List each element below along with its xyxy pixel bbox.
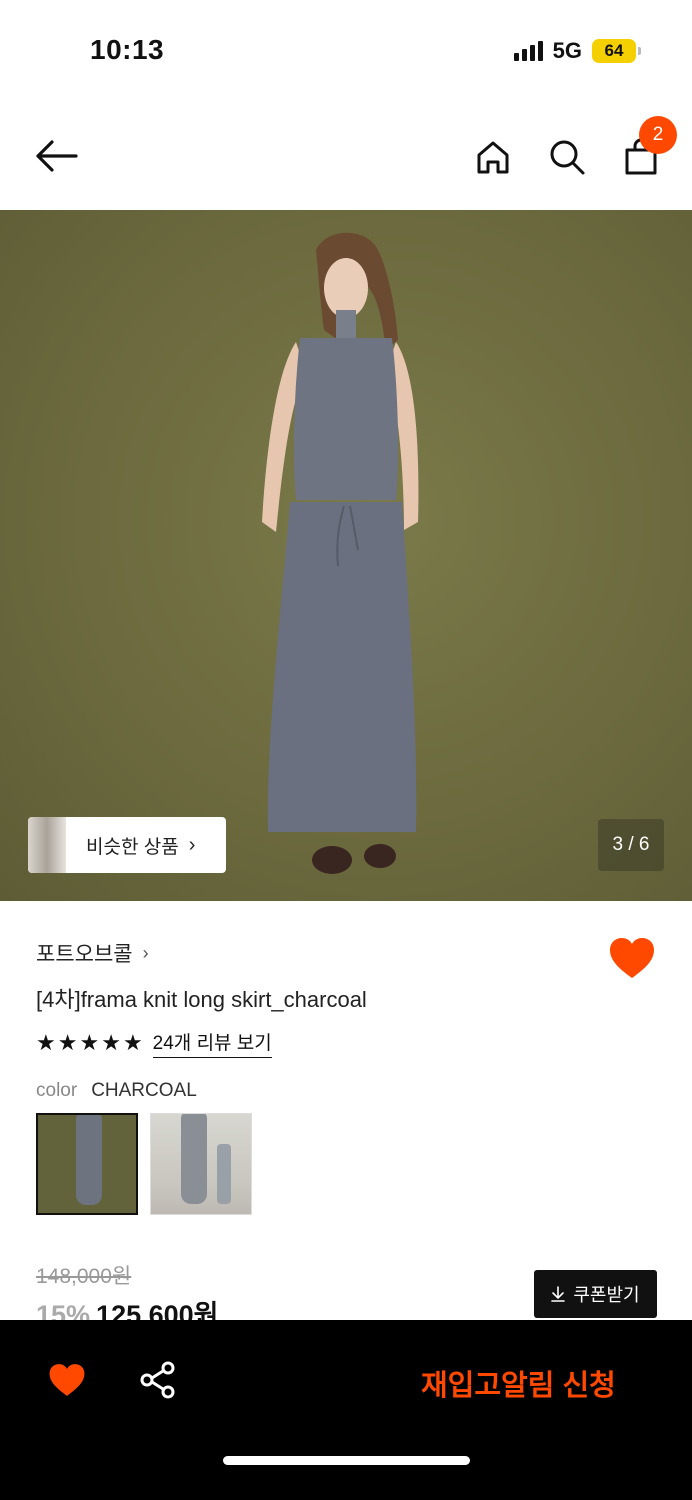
coupon-button[interactable]: 쿠폰받기 (534, 1270, 657, 1318)
heart-icon (610, 938, 654, 978)
back-button[interactable] (30, 134, 82, 178)
home-icon (477, 141, 509, 174)
similar-products-thumbnail (28, 817, 66, 873)
arrow-left-icon (36, 140, 78, 172)
similar-products-button[interactable]: 비슷한 상품 › (28, 817, 226, 873)
model-figure (262, 232, 419, 874)
star-icon: ★ (79, 1030, 100, 1055)
coupon-label: 쿠폰받기 (573, 1285, 640, 1305)
rating-row: ★ ★ ★ ★ ★ 24개 리뷰 보기 (36, 1028, 272, 1058)
star-icon: ★ (101, 1030, 121, 1055)
color-swatch-charcoal[interactable] (36, 1113, 138, 1215)
search-button[interactable] (544, 134, 590, 180)
signal-icon (513, 41, 543, 61)
color-selection-label: color CHARCOAL (36, 1080, 197, 1102)
network-label: 5G (552, 38, 582, 63)
chevron-right-icon: › (142, 942, 149, 963)
star-rating: ★ ★ ★ ★ ★ (36, 1032, 143, 1054)
top-nav (0, 100, 692, 210)
restock-alert-button[interactable]: 재입고알림 신청 (421, 1362, 616, 1404)
color-swatches (36, 1113, 252, 1215)
wishlist-bottom-button[interactable] (48, 1362, 86, 1398)
chevron-right-icon: › (188, 833, 196, 856)
status-bar: 10:13 5G 64 (0, 0, 692, 100)
status-indicators: 5G 64 (513, 38, 641, 64)
brand-name: 포트오브콜 (36, 943, 133, 966)
bottom-action-bar: 재입고알림 신청 (0, 1320, 692, 1500)
battery-icon: 64 (592, 39, 641, 63)
reviews-link[interactable]: 24개 리뷰 보기 (152, 1028, 272, 1058)
share-button[interactable] (138, 1360, 178, 1400)
color-swatch-alt[interactable] (150, 1113, 252, 1215)
download-icon (551, 1286, 566, 1302)
star-icon: ★ (57, 1030, 78, 1055)
home-button[interactable] (470, 134, 516, 180)
heart-icon (49, 1364, 85, 1396)
home-indicator (223, 1456, 470, 1465)
wishlist-button[interactable] (608, 936, 656, 980)
brand-link[interactable]: 포트오브콜 › (36, 938, 149, 968)
star-icon: ★ (122, 1030, 143, 1055)
product-image[interactable]: 비슷한 상품 › 3 / 6 (0, 210, 692, 901)
similar-products-label: 비슷한 상품 (86, 836, 179, 858)
image-page-counter: 3 / 6 (598, 819, 664, 871)
status-time: 10:13 (90, 34, 165, 65)
star-icon: ★ (36, 1030, 56, 1055)
product-title: [4차]frama knit long skirt_charcoal (36, 987, 367, 1012)
share-icon (140, 1361, 175, 1399)
color-value: CHARCOAL (91, 1080, 197, 1101)
color-label: color (36, 1080, 78, 1101)
battery-level: 64 (604, 41, 624, 60)
original-price: 148,000원 (36, 1265, 132, 1288)
cart-count-badge: 2 (639, 116, 677, 154)
search-icon (550, 140, 585, 175)
